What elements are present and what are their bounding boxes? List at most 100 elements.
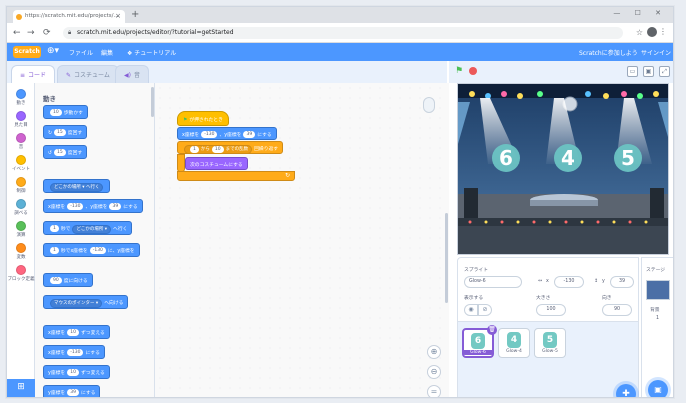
scratch-logo[interactable]: Scratch <box>13 46 41 58</box>
block-input[interactable]: -130 <box>67 349 84 356</box>
block-glide-xy[interactable]: 1 秒でx座標を -130 に、y座標を <box>43 243 140 257</box>
reload-icon[interactable]: ⟳ <box>43 28 51 38</box>
block-next-costume[interactable]: 次のコスチュームにする <box>185 157 248 170</box>
block-change-x[interactable]: x座標を 10 ずつ変える <box>43 325 110 339</box>
block-set-x[interactable]: x座標を -130 にする <box>43 345 105 359</box>
x-field[interactable]: -130 <box>554 276 584 288</box>
block-turn-left[interactable]: ↺ 15 度回す <box>43 145 88 159</box>
menu-file[interactable]: ファイル <box>69 48 93 57</box>
stop-button[interactable] <box>469 67 477 75</box>
close-tab-icon[interactable]: × <box>115 12 121 20</box>
stage[interactable]: 6 4 5 <box>457 83 669 255</box>
size-field[interactable]: 100 <box>536 304 566 316</box>
back-icon[interactable]: ← <box>13 28 21 38</box>
operator-random-block[interactable]: 1 から 10 までの乱数 <box>184 145 253 154</box>
block-move-steps[interactable]: 10 歩動かす <box>43 105 88 119</box>
block-input[interactable]: 15 <box>54 149 66 156</box>
sprite-thumb-glow-6[interactable]: 🗑︎ 6 Glow-6 <box>462 325 497 358</box>
block-goto-target[interactable]: どこかの場所 ▾ へ行く <box>43 179 111 193</box>
hide-sprite-icon[interactable]: ⊘ <box>478 304 492 316</box>
fullscreen-icon[interactable]: ⤢ <box>659 66 670 77</box>
block-turn-right[interactable]: ↻ 15 度回す <box>43 125 88 139</box>
y-field[interactable]: 39 <box>610 276 634 288</box>
block-dropdown[interactable]: マウスのポインター ▾ <box>50 299 103 308</box>
block-input[interactable]: 39 <box>67 389 79 396</box>
category-sensing[interactable]: 調べる <box>7 199 35 216</box>
sprite-digit-6[interactable]: 6 <box>499 146 513 170</box>
block-input[interactable]: 1 <box>190 146 199 153</box>
sign-in-link[interactable]: サインイン <box>641 48 671 57</box>
small-stage-icon[interactable]: ▭ <box>627 66 638 77</box>
tab-sounds[interactable]: ◀) 音 <box>115 65 149 83</box>
category-events[interactable]: イベント <box>7 155 35 172</box>
window-controls[interactable]: — ☐ ✕ <box>613 9 667 17</box>
add-sprite-button[interactable]: ✚ <box>616 384 636 397</box>
sprite-thumb-glow-5[interactable]: 5 Glow-5 <box>534 328 566 358</box>
block-glide-target[interactable]: 1 秒で どこかの場所 ▾ へ行く <box>43 221 133 235</box>
category-operators[interactable]: 演算 <box>7 221 35 238</box>
join-scratch-link[interactable]: Scratchに参加しよう <box>579 48 638 57</box>
delete-sprite-icon[interactable]: 🗑︎ <box>487 325 497 335</box>
language-globe-icon[interactable]: ⊕▾ <box>47 46 59 56</box>
block-set-y[interactable]: y座標を 39 にする <box>43 385 101 397</box>
sprite-name-field[interactable]: Glow-6 <box>464 276 522 288</box>
palette-scrollbar[interactable] <box>151 87 154 117</box>
sprite-thumb-glow-4[interactable]: 4 Glow-4 <box>498 328 530 358</box>
block-input[interactable]: 10 <box>67 329 79 336</box>
block-goto-xy[interactable]: x座標を -130 、y座標を 39 にする <box>43 199 143 213</box>
block-input[interactable]: 15 <box>54 129 66 136</box>
add-extension-button[interactable]: ⊞ <box>7 379 35 397</box>
sprite-digit-5[interactable]: 5 <box>621 146 635 170</box>
menu-tutorials[interactable]: ❖ チュートリアル <box>127 48 176 57</box>
block-input[interactable]: 39 <box>109 203 122 210</box>
code-area-scrollbar[interactable] <box>445 213 448 303</box>
block-input[interactable]: 1 <box>50 225 59 232</box>
block-repeat-random[interactable]: 1 から 10 までの乱数 回繰り返す <box>177 141 284 154</box>
category-variables[interactable]: 変数 <box>7 243 35 260</box>
zoom-in-button[interactable]: ⊕ <box>427 345 441 359</box>
large-stage-icon[interactable]: ▣ <box>643 66 654 77</box>
zoom-out-button[interactable]: ⊖ <box>427 365 441 379</box>
add-backdrop-button[interactable]: ▣ <box>648 380 668 397</box>
tab-costumes[interactable]: ✎ コスチューム <box>57 65 119 83</box>
browser-tab[interactable]: https://scratch.mit.edu/projects/... × <box>13 10 125 23</box>
block-input[interactable]: -130 <box>201 131 218 138</box>
block-point-direction[interactable]: 90 度に向ける <box>43 273 93 287</box>
green-flag-button[interactable]: ⚑ <box>455 66 463 76</box>
block-dropdown[interactable]: どこかの場所 ▾ <box>72 225 112 234</box>
new-tab-icon[interactable]: + <box>131 9 139 20</box>
block-input[interactable]: 39 <box>243 131 256 138</box>
url-field[interactable]: 🔒︎ scratch.mit.edu/projects/editor/?tuto… <box>63 27 623 39</box>
code-area[interactable]: ⚑ が押されたとき x座標を -130 、y座標を 39 にする 1 から 10 までの乱数 回繰… <box>155 83 449 397</box>
block-input[interactable]: 90 <box>50 277 62 284</box>
bookmark-star-icon[interactable]: ☆ <box>636 28 643 37</box>
stage-front <box>458 218 668 226</box>
block-input[interactable]: -130 <box>89 247 106 254</box>
forward-icon[interactable]: → <box>27 28 35 38</box>
block-dropdown[interactable]: どこかの場所 ▾ へ行く <box>50 183 104 192</box>
menu-edit[interactable]: 編集 <box>101 48 113 57</box>
block-input[interactable]: 10 <box>67 369 79 376</box>
sprite-digit-4[interactable]: 4 <box>561 146 575 170</box>
direction-field[interactable]: 90 <box>602 304 632 316</box>
category-sound[interactable]: 音 <box>7 133 35 150</box>
category-motion[interactable]: 動き <box>7 89 35 106</box>
category-my-blocks[interactable]: ブロック定義 <box>7 265 35 282</box>
category-looks[interactable]: 見た目 <box>7 111 35 128</box>
block-input[interactable]: 10 <box>211 146 224 153</box>
zoom-reset-button[interactable]: = <box>427 385 441 397</box>
block-input[interactable]: 1 <box>50 247 59 254</box>
category-control[interactable]: 制御 <box>7 177 35 194</box>
block-point-towards[interactable]: マウスのポインター ▾ へ向ける <box>43 295 129 309</box>
block-when-flag-clicked[interactable]: ⚑ が押されたとき <box>177 111 229 126</box>
show-sprite-icon[interactable]: ◉ <box>464 304 478 316</box>
browser-menu-icon[interactable]: ⋮ <box>659 27 667 36</box>
stage-selector[interactable]: ステージ 背景 1 ▣ <box>641 257 673 397</box>
block-input[interactable]: -130 <box>67 203 84 210</box>
stage-thumbnail[interactable] <box>646 280 670 300</box>
block-goto-xy[interactable]: x座標を -130 、y座標を 39 にする <box>177 127 277 140</box>
account-avatar[interactable] <box>647 27 657 37</box>
block-change-y[interactable]: y座標を 10 ずつ変える <box>43 365 110 379</box>
tab-code[interactable]: ≡ コード <box>11 65 56 83</box>
block-input[interactable]: 10 <box>50 109 62 116</box>
